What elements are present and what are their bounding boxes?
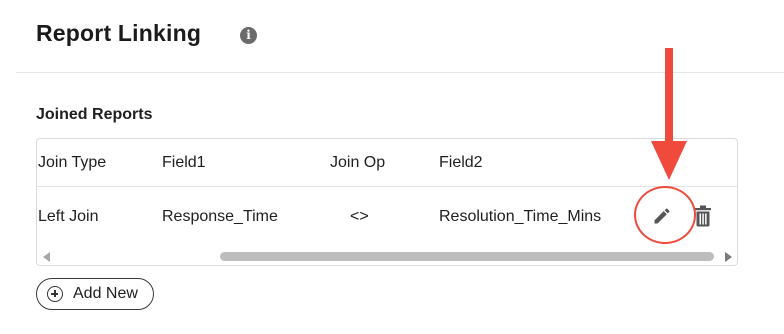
add-new-label: Add New: [73, 285, 138, 302]
column-header-join-type: Join Type: [38, 154, 107, 171]
column-header-field1: Field1: [162, 154, 206, 171]
joined-reports-table: Join Type Field1 Join Op Field2 Left Joi…: [36, 138, 738, 266]
scroll-right-arrow-icon[interactable]: [725, 252, 732, 262]
scroll-thumb[interactable]: [220, 252, 714, 261]
plus-circle-icon: [47, 286, 63, 302]
horizontal-scrollbar[interactable]: [37, 247, 737, 265]
highlight-circle: [634, 186, 696, 244]
column-header-field2: Field2: [439, 154, 483, 171]
scroll-left-arrow-icon[interactable]: [43, 252, 50, 262]
report-linking-page: Report Linking i Joined Reports Join Typ…: [0, 0, 784, 334]
down-arrow-icon: [651, 48, 687, 180]
trash-delete-icon: [695, 205, 711, 227]
cell-join-type: Left Join: [38, 208, 99, 225]
section-title: Joined Reports: [36, 106, 153, 123]
info-icon[interactable]: i: [240, 27, 257, 44]
table-header: Join Type Field1 Join Op Field2: [37, 139, 737, 187]
page-title: Report Linking: [36, 20, 202, 46]
column-header-join-op: Join Op: [330, 154, 386, 171]
cell-join-op: <>: [350, 208, 369, 225]
cell-field2: Resolution_Time_Mins: [439, 208, 602, 225]
add-new-button[interactable]: Add New: [36, 278, 154, 310]
cell-field1: Response_Time: [162, 208, 278, 225]
